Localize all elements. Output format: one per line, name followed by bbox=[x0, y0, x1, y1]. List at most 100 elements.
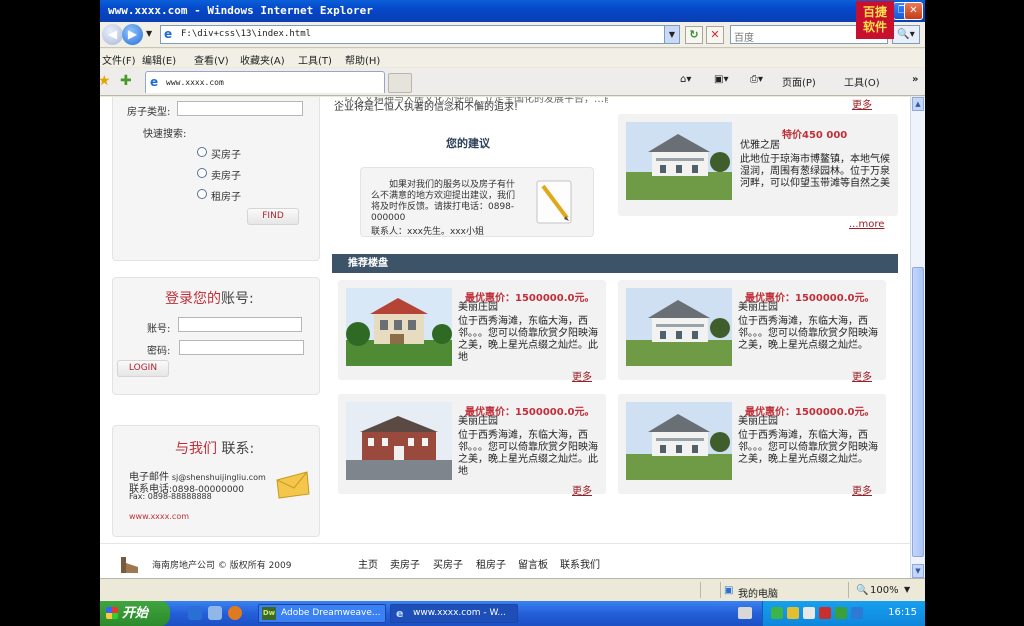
quicklaunch-desktop-icon[interactable] bbox=[208, 606, 222, 620]
tools-menu[interactable]: 工具(O) bbox=[844, 74, 880, 89]
recommended-section-title: 推荐楼盘 bbox=[332, 254, 898, 273]
taskbar: 开始 Dw Adobe Dreamweave... e www.xxxx.com… bbox=[100, 601, 925, 626]
search-icon[interactable]: 🔍▾ bbox=[892, 25, 920, 44]
account-label: 账号: bbox=[147, 324, 171, 335]
listing-photo-brick bbox=[346, 402, 452, 480]
page-viewport: 房子类型: 快速搜索: 买房子 卖房子 租房子 FIND 登录您的账号: 账号:… bbox=[100, 97, 910, 578]
radio-rent[interactable] bbox=[197, 189, 207, 199]
listing-desc: 位于西秀海滩，东临大海，西邻。。。您可以倚靠欣赏夕阳映海之美，晚上星光点缀之灿烂… bbox=[458, 316, 598, 363]
footer-divider bbox=[100, 543, 910, 544]
footer-nav-rent[interactable]: 租房子 bbox=[476, 556, 506, 571]
suggest-title: 您的建议 bbox=[446, 137, 490, 150]
scroll-down-icon[interactable]: ▼ bbox=[912, 564, 924, 578]
quicklaunch-firefox-icon[interactable] bbox=[228, 606, 242, 620]
status-separator bbox=[700, 582, 701, 598]
address-row: ◀ ▶ ▼ e F:\div+css\13\index.html ▼ ↻ ✕ 百… bbox=[100, 22, 925, 48]
find-button[interactable]: FIND bbox=[247, 208, 299, 225]
listing-photo-villa bbox=[346, 288, 452, 366]
toolbar-overflow-icon[interactable]: » bbox=[912, 74, 918, 85]
tray-app-icon[interactable] bbox=[787, 607, 799, 619]
footer-nav-contact[interactable]: 联系我们 bbox=[560, 556, 600, 571]
page-menu[interactable]: 页面(P) bbox=[782, 74, 816, 89]
listing-card: 最优惠价：1500000.0元。 美丽庄园 位于西秀海滩，东临大海，西邻。。。您… bbox=[618, 280, 886, 383]
close-button[interactable]: ✕ bbox=[904, 2, 923, 20]
listing-more-link[interactable]: 更多 bbox=[852, 368, 872, 383]
refresh-button[interactable]: ↻ bbox=[685, 26, 703, 44]
listing-name: 美丽庄园 bbox=[738, 416, 778, 427]
clock[interactable]: 16:15 bbox=[888, 607, 917, 618]
tray-security-icon[interactable] bbox=[819, 607, 831, 619]
title-bar[interactable]: www.xxxx.com - Windows Internet Explorer… bbox=[100, 0, 925, 22]
featured-house-photo bbox=[626, 122, 732, 200]
listing-more-link[interactable]: 更多 bbox=[852, 482, 872, 497]
login-title-gray: 账号: bbox=[221, 291, 254, 307]
listing-more-link[interactable]: 更多 bbox=[572, 482, 592, 497]
add-favorite-icon[interactable]: ✚ bbox=[120, 73, 132, 89]
suggest-contact: 联系人：xxx先生。xxx小姐 bbox=[371, 227, 484, 237]
account-input[interactable] bbox=[178, 317, 302, 332]
listing-name: 美丽庄园 bbox=[458, 302, 498, 313]
tray-volume-icon[interactable] bbox=[803, 607, 815, 619]
radio-sell[interactable] bbox=[197, 168, 207, 178]
featured-more-top[interactable]: 更多 bbox=[852, 97, 872, 111]
favorites-star-icon[interactable]: ★ bbox=[100, 73, 111, 89]
home-icon[interactable]: ⌂▾ bbox=[680, 74, 691, 85]
status-separator bbox=[848, 582, 849, 598]
featured-more-link[interactable]: ...more bbox=[849, 219, 884, 230]
address-dropdown-icon[interactable]: ▼ bbox=[664, 26, 679, 43]
tab-current[interactable]: e www.xxxx.com bbox=[145, 71, 385, 93]
taskbar-item-ie[interactable]: e www.xxxx.com - W... bbox=[390, 604, 518, 623]
site-link[interactable]: www.xxxx.com bbox=[129, 512, 189, 521]
footer-nav-buy[interactable]: 买房子 bbox=[433, 556, 463, 571]
login-title: 登录您的账号: bbox=[165, 288, 254, 308]
zoom-dropdown-icon[interactable]: ▼ bbox=[904, 585, 910, 594]
listing-photo-victorian bbox=[626, 402, 732, 480]
tray-network-icon[interactable] bbox=[771, 607, 783, 619]
taskbar-item-dreamweaver[interactable]: Dw Adobe Dreamweave... bbox=[258, 604, 386, 623]
history-dropdown-icon[interactable]: ▼ bbox=[146, 29, 152, 38]
scroll-up-icon[interactable]: ▲ bbox=[912, 97, 924, 111]
back-button[interactable]: ◀ bbox=[102, 24, 123, 45]
house-type-label: 房子类型: bbox=[127, 107, 171, 118]
window-title: www.xxxx.com - Windows Internet Explorer bbox=[108, 4, 373, 17]
menu-tools[interactable]: 工具(T) bbox=[298, 52, 332, 67]
menu-file[interactable]: 文件(F) bbox=[102, 52, 136, 67]
start-button[interactable]: 开始 bbox=[100, 601, 170, 626]
house-type-input[interactable] bbox=[177, 101, 303, 116]
featured-price: 特价450 000 bbox=[782, 130, 848, 141]
tab-bar: ★ ✚ e www.xxxx.com ⌂▾ ▣▾ ⎙▾ 页面(P) 工具(O) … bbox=[100, 68, 925, 96]
menu-view[interactable]: 查看(V) bbox=[194, 52, 229, 67]
menu-edit[interactable]: 编辑(E) bbox=[142, 52, 176, 67]
print-icon[interactable]: ⎙▾ bbox=[750, 74, 763, 85]
password-input[interactable] bbox=[179, 340, 304, 355]
menu-favorites[interactable]: 收藏夹(A) bbox=[240, 52, 285, 67]
system-tray: 16:15 bbox=[762, 601, 925, 626]
login-title-red: 登录您的 bbox=[165, 291, 221, 307]
stop-button[interactable]: ✕ bbox=[706, 26, 724, 44]
radio-buy[interactable] bbox=[197, 147, 207, 157]
tray-shield-icon[interactable] bbox=[835, 607, 847, 619]
radio-buy-label: 买房子 bbox=[211, 150, 241, 161]
ie-window: www.xxxx.com - Windows Internet Explorer… bbox=[100, 0, 925, 601]
menu-help[interactable]: 帮助(H) bbox=[345, 52, 380, 67]
footer-nav-guestbook[interactable]: 留言板 bbox=[518, 556, 548, 571]
footer-nav-sell[interactable]: 卖房子 bbox=[390, 556, 420, 571]
contact-title: 与我们 联系: bbox=[175, 438, 254, 458]
vertical-scrollbar[interactable]: ▲ ▼ bbox=[910, 97, 925, 578]
zoom-level[interactable]: 100% bbox=[870, 585, 899, 596]
ie-icon: e bbox=[396, 607, 404, 620]
address-input[interactable]: e F:\div+css\13\index.html ▼ bbox=[160, 25, 680, 44]
new-tab-button[interactable] bbox=[388, 73, 412, 93]
feeds-icon[interactable]: ▣▾ bbox=[714, 74, 728, 85]
forward-button[interactable]: ▶ bbox=[122, 24, 143, 45]
keyboard-icon[interactable] bbox=[738, 607, 752, 619]
tray-update-icon[interactable] bbox=[851, 607, 863, 619]
login-button[interactable]: LOGIN bbox=[117, 360, 169, 377]
listing-more-link[interactable]: 更多 bbox=[572, 368, 592, 383]
footer-copyright: 海南房地产公司 © 版权所有 2009 bbox=[152, 561, 292, 571]
taskbar-item-label: Adobe Dreamweave... bbox=[281, 608, 381, 618]
login-panel: 登录您的账号: 账号: 密码: LOGIN bbox=[112, 277, 320, 395]
quicklaunch-ie-icon[interactable] bbox=[188, 606, 202, 620]
footer-nav-home[interactable]: 主页 bbox=[358, 556, 378, 571]
scroll-thumb[interactable] bbox=[912, 267, 924, 557]
